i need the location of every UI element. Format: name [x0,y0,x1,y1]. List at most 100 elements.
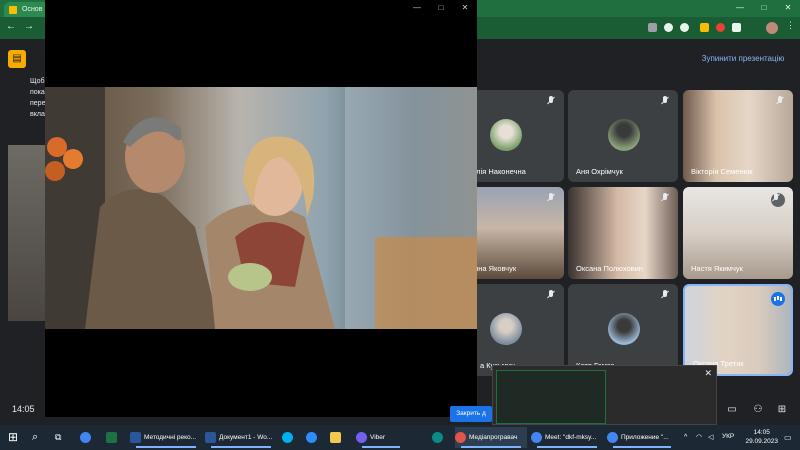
browser-window-controls: — □ ✕ [728,0,800,17]
extension-puzzle-icon[interactable] [700,23,709,32]
activities-icon[interactable]: ⊞ [776,404,788,416]
presentation-line: Щоб [30,78,45,85]
taskbar-skype[interactable] [282,427,300,448]
participant-tile[interactable]: Аня Охрімчук [568,90,678,182]
taskbar-meet[interactable]: Meet: "dkf-mksy... [531,427,603,448]
orange-fruit [47,137,67,157]
meeting-time: 14:05 [12,404,35,414]
taskbar-word-methodical[interactable]: Методичні реко... [130,427,202,448]
participant-tile[interactable]: Настя Якимчук [683,187,793,279]
presentation-line: пере [30,100,46,107]
taskbar-chrome[interactable] [80,427,98,448]
taskbar-zoom[interactable] [306,427,324,448]
skype-icon [282,431,293,443]
extension-red-icon[interactable] [716,23,725,32]
taskbar-edge[interactable] [432,427,450,448]
share-icon[interactable] [664,23,673,32]
profile-avatar[interactable] [766,22,778,34]
back-icon[interactable]: ← [6,21,16,32]
edge-icon [432,431,443,443]
participant-name: Настя Якимчук [691,264,743,273]
participant-avatar [490,313,522,345]
task-view-icon[interactable]: ⧉ [55,427,69,448]
participant-tile[interactable]: Оксана Полюховин [568,187,678,279]
close-button[interactable]: ✕ [776,0,800,17]
cabbage [228,263,272,291]
close-share-button[interactable]: Закрить д [450,406,492,422]
player-close-button[interactable]: ✕ [453,0,477,16]
participant-tile[interactable]: Катя Гамза [568,284,678,376]
chrome-icon [531,431,542,443]
mic-off-icon [660,96,670,106]
mic-off-icon [660,290,670,300]
movie-scene [45,87,477,329]
taskbar-app[interactable]: Приложение "... [607,427,677,448]
video-frame[interactable] [45,87,477,329]
taskbar-media-player[interactable]: Медіапрогравач [455,427,527,448]
excel-icon [106,431,117,443]
taskbar-word-document[interactable]: Документ1 - Wo... [205,427,277,448]
chrome-icon [80,431,91,443]
taskbar-label: Медіапрогравач [469,434,518,441]
media-player-icon [455,431,466,443]
player-maximize-button[interactable]: □ [429,0,453,16]
mic-off-icon [546,96,556,106]
taskbar-label: Документ1 - Wo... [219,434,273,441]
stop-presenting-button[interactable]: Зупинити презентацію [692,50,794,68]
participant-name: Вікторія Семенюк [691,167,753,176]
presentation-text: Щоб пока пере вкла [0,76,46,146]
participant-avatar [490,119,522,151]
extension-icon[interactable] [648,23,657,32]
mic-off-icon [546,193,556,203]
market-stand [375,237,477,329]
participant-name: Оксана Полюховин [576,264,643,273]
mic-off-icon [775,96,785,106]
participant-name: алія Наконечна [472,167,526,176]
taskbar-label: Meet: "dkf-mksy... [545,434,597,441]
sidepanel-icon[interactable] [732,23,741,32]
language-indicator[interactable]: УКР [722,433,734,440]
meet-window-thumbnail[interactable] [496,370,606,424]
notifications-icon[interactable]: ▭ [784,427,796,448]
zoom-icon [306,431,317,443]
word-icon [205,431,216,443]
participant-tile-speaking[interactable]: Оксана Третяк [683,284,793,376]
browser-tab-title: Основ [22,6,43,13]
mic-off-icon [546,290,556,300]
presentation-line: вкла [30,111,45,118]
chat-icon[interactable]: ▭ [726,404,738,416]
player-minimize-button[interactable]: — [405,0,429,16]
mic-off-icon [771,193,785,207]
man-coat [85,189,220,329]
preview-close-icon[interactable]: ✕ [704,368,712,379]
participant-name: ина Яковчук [474,264,517,273]
media-player-window: — □ ✕ [45,0,477,417]
taskbar-clock[interactable]: 14:05 29.09.2023 [745,428,778,446]
browser-menu-icon[interactable]: ⋮ [786,20,795,30]
presentation-badge-icon: ▤ [8,50,26,68]
word-icon [130,431,141,443]
forward-icon[interactable]: → [24,21,34,32]
taskbar-viber[interactable]: Viber [356,427,406,448]
search-icon[interactable]: ⌕ [32,427,46,448]
taskbar-explorer[interactable] [330,427,348,448]
taskbar-excel[interactable] [106,427,124,448]
windows-start-icon[interactable]: ⊞ [8,427,26,448]
presentation-image [8,145,46,321]
bookmark-star-icon[interactable] [680,23,689,32]
presentation-line: пока [30,89,45,96]
player-window-controls: — □ ✕ [405,0,477,16]
maximize-button[interactable]: □ [752,0,776,17]
orange-fruit [63,149,83,169]
wifi-icon[interactable]: ◠ [696,427,706,448]
taskbar-label: Методичні реко... [144,434,197,441]
minimize-button[interactable]: — [728,0,752,17]
participant-tile[interactable]: Вікторія Семенюк [683,90,793,182]
tray-chevron-icon[interactable]: ^ [684,427,694,448]
meet-favicon-icon [9,6,17,14]
people-icon[interactable]: ⚇ [752,404,764,416]
participant-avatar [608,119,640,151]
speaking-indicator-icon [771,292,785,306]
volume-icon[interactable]: ◁ [708,427,718,448]
window-preview-popup: ✕ [492,365,717,425]
